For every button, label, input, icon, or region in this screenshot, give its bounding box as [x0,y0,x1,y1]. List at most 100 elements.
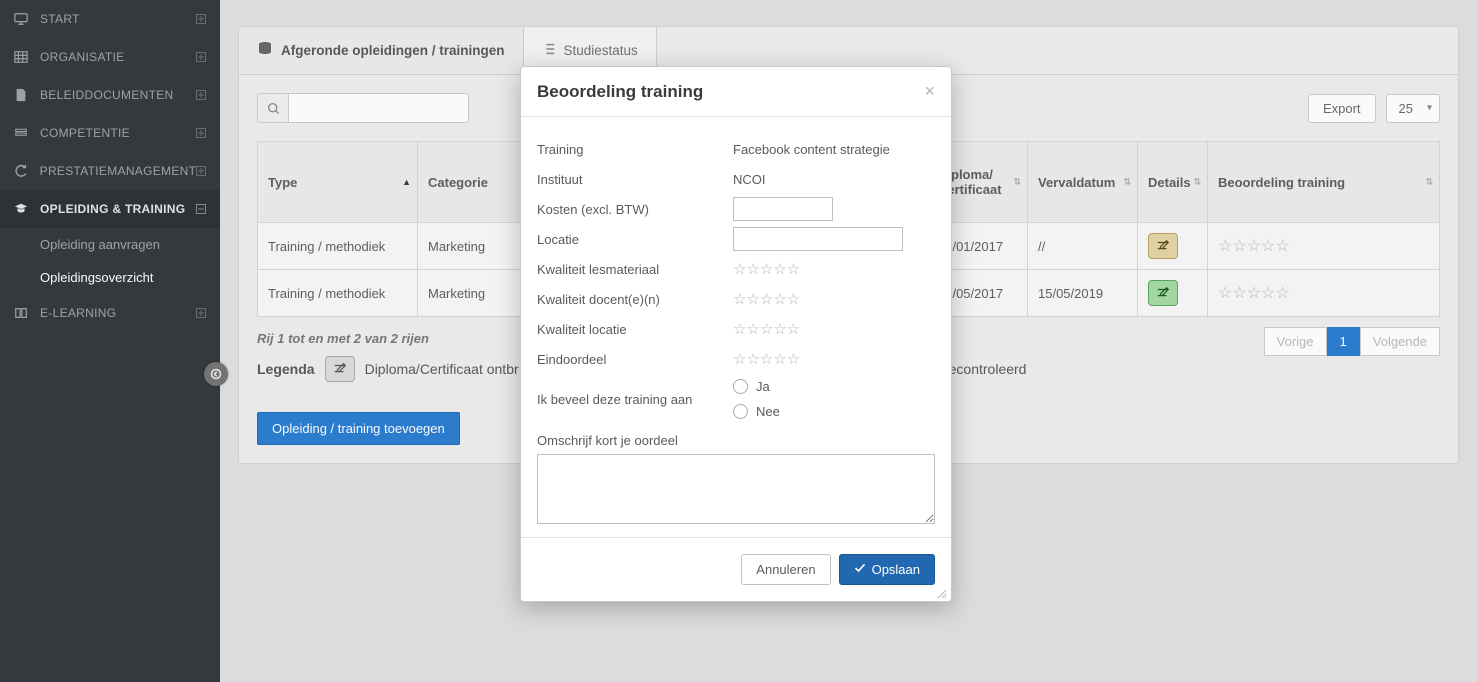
resize-handle[interactable] [937,587,949,599]
modal-footer: Annuleren Opslaan [521,537,951,601]
check-icon [854,562,866,577]
nav-prestatie[interactable]: PRESTATIEMANAGEMENT [0,152,220,190]
cell-rating[interactable]: ☆☆☆☆☆ [1208,223,1440,270]
close-icon[interactable]: × [924,81,935,102]
radio-label: Ja [756,379,770,394]
rating-modal: Beoordeling training × Training Facebook… [520,66,952,602]
sort-icon: ⇅ [1193,177,1201,188]
plus-icon [196,165,208,177]
sidebar-item-label: Opleiding aanvragen [40,237,160,252]
radio-icon [733,379,748,394]
rating-stars: ☆☆☆☆☆ [1218,236,1290,256]
modal-title: Beoordeling training [537,82,703,102]
radio-yes[interactable]: Ja [733,379,935,394]
th-expires[interactable]: Vervaldatum ⇅ [1028,142,1138,223]
sort-icon: ⇅ [1425,177,1433,188]
pager-prev[interactable]: Vorige [1264,327,1327,356]
sidebar: START ORGANISATIE BELEIDDOCUMENTEN COMPE… [0,0,220,682]
qloc-stars[interactable]: ☆☆☆☆☆ [733,320,800,338]
list-icon [542,42,556,59]
cell-details [1138,223,1208,270]
sort-icon: ⇅ [1123,177,1131,188]
legend-label: Legenda [257,361,315,377]
collapse-sidebar-button[interactable] [204,362,228,386]
cost-input[interactable] [733,197,833,221]
cell-rating[interactable]: ☆☆☆☆☆ [1208,270,1440,317]
material-label: Kwaliteit lesmateriaal [537,262,733,277]
pager: Vorige 1 Volgende [1264,327,1440,356]
tab-label: Studiestatus [564,43,638,58]
teacher-stars[interactable]: ☆☆☆☆☆ [733,290,800,308]
sidebar-item-label: Opleidingsoverzicht [40,270,153,285]
page-size-value: 25 [1386,94,1440,123]
search-button[interactable] [257,93,289,123]
plus-icon [196,51,208,63]
nav-label: E-LEARNING [40,306,196,320]
cell-type: Training / methodiek [258,270,418,317]
cell-details [1138,270,1208,317]
layers-icon [12,125,30,141]
page-size-select[interactable]: 25 [1386,94,1440,123]
add-training-button[interactable]: Opleiding / training toevoegen [257,412,460,445]
nav-opleiding[interactable]: OPLEIDING & TRAINING [0,190,220,228]
final-stars[interactable]: ☆☆☆☆☆ [733,350,800,368]
final-label: Eindoordeel [537,352,733,367]
cell-expires: // [1028,223,1138,270]
sidebar-sub-overzicht[interactable]: Opleidingsoverzicht [0,261,220,294]
legend-icon [325,356,355,382]
pager-page-1[interactable]: 1 [1327,327,1360,356]
export-button[interactable]: Export [1308,94,1376,123]
save-button[interactable]: Opslaan [839,554,935,585]
tab-completed[interactable]: Afgeronde opleidingen / trainingen [239,27,524,74]
book-icon [12,305,30,321]
institute-label: Instituut [537,172,733,187]
plus-icon [196,127,208,139]
pager-next[interactable]: Volgende [1360,327,1440,356]
save-label: Opslaan [872,562,920,577]
nav-label: ORGANISATIE [40,50,196,64]
database-icon [257,41,273,60]
nav-beleid[interactable]: BELEIDDOCUMENTEN [0,76,220,114]
search-icon [267,102,280,115]
th-details[interactable]: Details ⇅ [1138,142,1208,223]
nav-start[interactable]: START [0,0,220,38]
cancel-button[interactable]: Annuleren [741,554,830,585]
material-stars[interactable]: ☆☆☆☆☆ [733,260,800,278]
modal-header: Beoordeling training × [521,67,951,117]
nav-label: PRESTATIEMANAGEMENT [40,164,197,178]
nav-organisatie[interactable]: ORGANISATIE [0,38,220,76]
radio-label: Nee [756,404,780,419]
location-input[interactable] [733,227,903,251]
th-label: Vervaldatum [1038,175,1115,190]
th-rating[interactable]: Beoordeling training ⇅ [1208,142,1440,223]
minus-icon [196,203,208,215]
th-label: Type [268,175,297,190]
describe-textarea[interactable] [537,454,935,524]
location-label: Locatie [537,232,733,247]
nav-label: OPLEIDING & TRAINING [40,202,196,216]
institute-value: NCOI [733,172,935,187]
qloc-label: Kwaliteit locatie [537,322,733,337]
plus-icon [196,13,208,25]
teacher-label: Kwaliteit docent(e)(n) [537,292,733,307]
document-icon [12,87,30,103]
th-label: Categorie [428,175,488,190]
sort-asc-icon: ▲ [402,177,411,187]
nav-elearning[interactable]: E-LEARNING [0,294,220,332]
edit-details-icon[interactable] [1148,233,1178,259]
plus-icon [196,307,208,319]
nav-competentie[interactable]: COMPETENTIE [0,114,220,152]
th-type[interactable]: Type ▲ [258,142,418,223]
sort-icon: ⇅ [1013,177,1021,188]
th-label: Details [1148,175,1191,190]
sidebar-sub-aanvragen[interactable]: Opleiding aanvragen [0,228,220,261]
monitor-icon [12,11,30,27]
plus-icon [196,89,208,101]
modal-body: Training Facebook content strategie Inst… [521,117,951,537]
training-value: Facebook content strategie [733,142,935,157]
search-input[interactable] [289,93,469,123]
edit-details-icon[interactable] [1148,280,1178,306]
legend-text-2: econtroleerd [949,361,1027,377]
radio-no[interactable]: Nee [733,404,935,419]
recommend-label: Ik beveel deze training aan [537,392,733,407]
